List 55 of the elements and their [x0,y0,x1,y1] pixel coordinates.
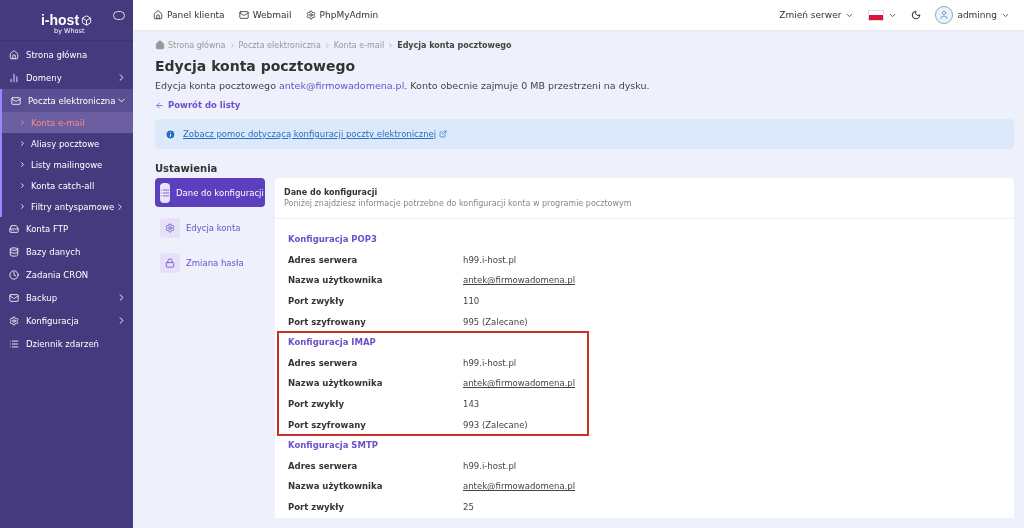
settings-tab[interactable]: Zmiana hasła [155,248,265,277]
field-value: 993 (Zalecane) [463,419,529,430]
field-label: Port szyfrowany [288,316,367,327]
field-label: Port zwykły [288,296,345,307]
config-section-title: Konfiguracja IMAP [288,336,377,350]
logo: i-host [40,12,80,28]
sidebar-item[interactable]: Bazy danych [0,240,133,263]
field-label: Port zwykły [288,399,345,410]
config-section-title: Konfiguracja SMTP [288,439,379,453]
settings-tab[interactable]: Dane do konfiguracji [155,178,265,207]
top-link[interactable]: PhpMyAdmin [305,10,379,20]
field-label: Adres serwera [288,254,359,265]
sidebar-subitem[interactable]: Listy mailingowe [2,154,133,175]
field-label: Nazwa użytkownika [288,275,384,286]
card-title: Dane do konfiguracji [284,188,379,197]
config-section-title: Konfiguracja POP3 [288,233,378,247]
settings-tab[interactable]: Edycja konta [155,213,265,242]
sidebar-item[interactable]: Zadania CRON [0,263,133,286]
field-label: Adres serwera [288,357,359,368]
field-value: 995 (Zalecane) [463,316,529,327]
sidebar-item[interactable]: Strona główna [0,43,133,66]
breadcrumb-item: Edycja konta pocztowego [397,40,512,50]
back-link[interactable]: Powrót do listy [155,100,241,110]
sidebar-item[interactable]: Domeny [0,66,133,89]
help-link[interactable]: Zobacz pomoc dotyczącą konfiguracji poczty elektronicznej [183,129,448,139]
sidebar-subitem[interactable]: Konta catch-all [2,175,133,196]
email-link[interactable]: antek@firmowadomena.pl [463,275,588,286]
field-value: 143 [463,399,481,410]
sidebar-item[interactable]: Backup [0,286,133,309]
top-link[interactable]: Webmail [238,10,292,20]
field-value: 25 [463,502,475,512]
field-label: Port zwykły [288,502,345,512]
server-dropdown[interactable]: Zmień serwer [779,10,855,20]
page-description: Edycja konta pocztowego antek@firmowadomena.pl. Konto obecnie zajmuje 0 MB przestrzeni na dysku. [155,80,651,91]
email-link[interactable]: antek@firmowadomena.pl [463,481,588,492]
sidebar-item[interactable]: Poczta elektroniczna [0,89,133,112]
field-label: Nazwa użytkownika [288,378,384,389]
sidebar-item[interactable]: Konfiguracja [0,309,133,332]
card-subtitle: Poniżej znajdziesz informacje potrzebne do konfiguracji konta w programie pocztowym [284,199,633,208]
top-link[interactable]: Panel klienta [153,10,225,20]
user-menu[interactable]: adminng [935,6,1010,24]
field-value: h99.i-host.pl [463,254,518,265]
section-title: Ustawienia [155,163,219,174]
sidebar-item[interactable]: Konta FTP [0,217,133,240]
field-label: Adres serwera [288,460,359,471]
page-title: Edycja konta pocztowego [155,58,357,74]
sidebar-item[interactable]: Dziennik zdarzeń [0,332,133,355]
sidebar-subitem[interactable]: Filtry antyspamowe [2,196,133,217]
field-label: Port szyfrowany [288,419,367,430]
field-label: Nazwa użytkownika [288,481,384,492]
email-link[interactable]: antek@firmowadomena.pl [463,378,588,389]
sidebar-subitem[interactable]: Aliasy pocztowe [2,133,133,154]
field-value: 110 [463,296,481,307]
field-value: h99.i-host.pl [463,460,518,471]
field-value: h99.i-host.pl [463,357,518,368]
